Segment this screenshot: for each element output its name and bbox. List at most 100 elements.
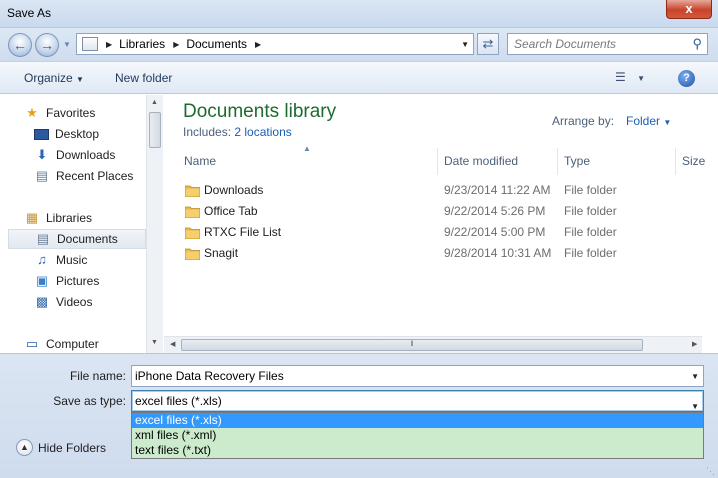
close-icon: x [685, 1, 693, 16]
downloads-icon: ⬇ [36, 147, 48, 162]
documents-icon: ▤ [36, 231, 50, 246]
organize-button[interactable]: Organize ▼ [24, 71, 84, 85]
pictures-icon: ▣ [35, 273, 49, 288]
back-button[interactable]: ← [8, 33, 32, 57]
breadcrumb[interactable]: ▶ Libraries ▶ Documents ▶ ▼ [76, 33, 474, 55]
nav-downloads-label: Downloads [56, 148, 116, 162]
file-name: Snagit [204, 246, 239, 260]
music-icon: ♫ [37, 252, 47, 267]
nav-music[interactable]: ♫ Music [34, 250, 87, 270]
file-type: File folder [564, 204, 617, 218]
chevron-down-icon: ▼ [637, 74, 646, 83]
file-name: Office Tab [204, 204, 258, 218]
table-row[interactable]: Snagit 9/28/2014 10:31 AM File folder [183, 243, 683, 264]
search-icon[interactable]: ⚲ [692, 36, 702, 52]
scroll-left-icon[interactable]: ◀ [170, 340, 175, 348]
recent-pages-dropdown-icon[interactable]: ▼ [63, 40, 71, 49]
chevron-down-icon: ▼ [663, 118, 672, 127]
resize-grip-icon[interactable]: ⋱ [706, 466, 716, 476]
search-input[interactable] [514, 35, 689, 53]
nav-documents[interactable]: ▤ Documents [8, 229, 146, 249]
nav-documents-label: Documents [57, 232, 118, 246]
breadcrumb-documents[interactable]: Documents [186, 37, 247, 51]
option-xml[interactable]: xml files (*.xml) [132, 428, 703, 443]
scroll-down-icon[interactable]: ▼ [151, 339, 158, 346]
chevron-down-icon[interactable]: ▼ [691, 372, 699, 381]
save-as-type-select[interactable]: excel files (*.xls) ▼ [131, 390, 704, 412]
change-view-button[interactable]: ☰ ▼ [615, 70, 653, 86]
arrange-by-label: Arrange by: [552, 114, 615, 128]
column-header-date[interactable]: Date modified [438, 148, 558, 175]
nav-computer[interactable]: ▭ Computer [24, 334, 99, 354]
videos-icon: ▩ [35, 294, 49, 309]
recent-places-icon: ▤ [35, 168, 49, 183]
nav-videos[interactable]: ▩ Videos [34, 292, 93, 312]
scroll-up-icon[interactable]: ▲ [151, 99, 158, 106]
option-txt[interactable]: text files (*.txt) [132, 443, 703, 458]
horizontal-scrollbar[interactable]: ◀ ‖ ▶ [164, 336, 702, 353]
file-type: File folder [564, 246, 617, 260]
nav-computer-label: Computer [46, 337, 99, 351]
nav-favorites-label: Favorites [46, 106, 96, 120]
organize-label: Organize [24, 71, 73, 85]
nav-videos-label: Videos [56, 295, 93, 309]
nav-pictures[interactable]: ▣ Pictures [34, 271, 100, 291]
file-name-field[interactable] [135, 367, 675, 385]
address-dropdown-icon[interactable]: ▼ [461, 40, 469, 49]
file-name-combobox[interactable]: ▼ [131, 365, 704, 387]
nav-favorites[interactable]: ★ Favorites [24, 103, 95, 123]
forward-arrow-icon: → [40, 37, 54, 53]
file-date: 9/22/2014 5:26 PM [444, 204, 546, 218]
horizontal-scroll-thumb[interactable]: ‖ [181, 339, 643, 351]
table-row[interactable]: RTXC File List 9/22/2014 5:00 PM File fo… [183, 222, 683, 243]
arrange-by-value: Folder [626, 114, 661, 128]
nav-scroll-thumb[interactable] [149, 112, 161, 148]
locations-link[interactable]: 2 locations [234, 125, 291, 139]
computer-icon: ▭ [25, 336, 39, 351]
nav-downloads[interactable]: ⬇ Downloads [34, 145, 116, 165]
nav-music-label: Music [56, 253, 88, 267]
view-list-icon: ☰ [615, 70, 626, 84]
column-header-size[interactable]: Size [676, 148, 718, 175]
chevron-right-icon[interactable]: ▶ [173, 40, 179, 49]
arrange-by-dropdown[interactable]: Folder ▼ [626, 114, 671, 128]
folder-icon [185, 185, 200, 197]
table-row[interactable]: Office Tab 9/22/2014 5:26 PM File folder [183, 201, 683, 222]
file-date: 9/22/2014 5:00 PM [444, 225, 546, 239]
nav-recent-places[interactable]: ▤ Recent Places [34, 166, 134, 186]
help-icon: ? [683, 72, 690, 84]
table-row[interactable]: Downloads 9/23/2014 11:22 AM File folder [183, 180, 683, 201]
search-box[interactable]: ⚲ [507, 33, 708, 55]
nav-scrollbar[interactable]: ▲ ▼ [146, 95, 163, 353]
address-bar: ← → ▼ ▶ Libraries ▶ Documents ▶ ▼ ⇄ ⚲ [0, 28, 718, 61]
chevron-right-icon[interactable]: ▶ [255, 40, 261, 49]
navigation-pane: ★ Favorites Desktop ⬇ Downloads ▤ Recent… [0, 95, 163, 353]
nav-desktop-label: Desktop [55, 127, 100, 141]
forward-button[interactable]: → [35, 33, 59, 57]
column-header-type[interactable]: Type [558, 148, 676, 175]
file-type: File folder [564, 183, 617, 197]
nav-desktop[interactable]: Desktop [34, 124, 99, 144]
help-button[interactable]: ? [678, 70, 695, 87]
close-button[interactable]: x [666, 0, 712, 19]
nav-libraries[interactable]: ▦ Libraries [24, 208, 92, 228]
file-date: 9/28/2014 10:31 AM [444, 246, 552, 260]
nav-recent-places-label: Recent Places [56, 169, 134, 183]
save-as-type-label: Save as type: [53, 394, 126, 408]
new-folder-button[interactable]: New folder [115, 71, 172, 85]
scroll-right-icon[interactable]: ▶ [692, 340, 697, 348]
option-xls[interactable]: excel files (*.xls) [132, 413, 703, 428]
column-header-name[interactable]: Name [178, 148, 438, 175]
location-folder-icon [82, 37, 98, 51]
includes-label: Includes: [183, 125, 232, 139]
file-name: RTXC File List [204, 225, 282, 239]
hide-folders-button[interactable]: ▲ Hide Folders [16, 439, 106, 456]
breadcrumb-libraries[interactable]: Libraries [119, 37, 165, 51]
refresh-button[interactable]: ⇄ [477, 33, 499, 55]
chevron-right-icon[interactable]: ▶ [106, 40, 112, 49]
save-as-type-value: excel files (*.xls) [135, 394, 222, 408]
grip-icon: ‖ [410, 341, 414, 348]
file-name-label: File name: [69, 369, 126, 383]
file-list-pane: Documents library Includes: 2 locations … [164, 95, 718, 353]
folder-icon [185, 206, 200, 218]
